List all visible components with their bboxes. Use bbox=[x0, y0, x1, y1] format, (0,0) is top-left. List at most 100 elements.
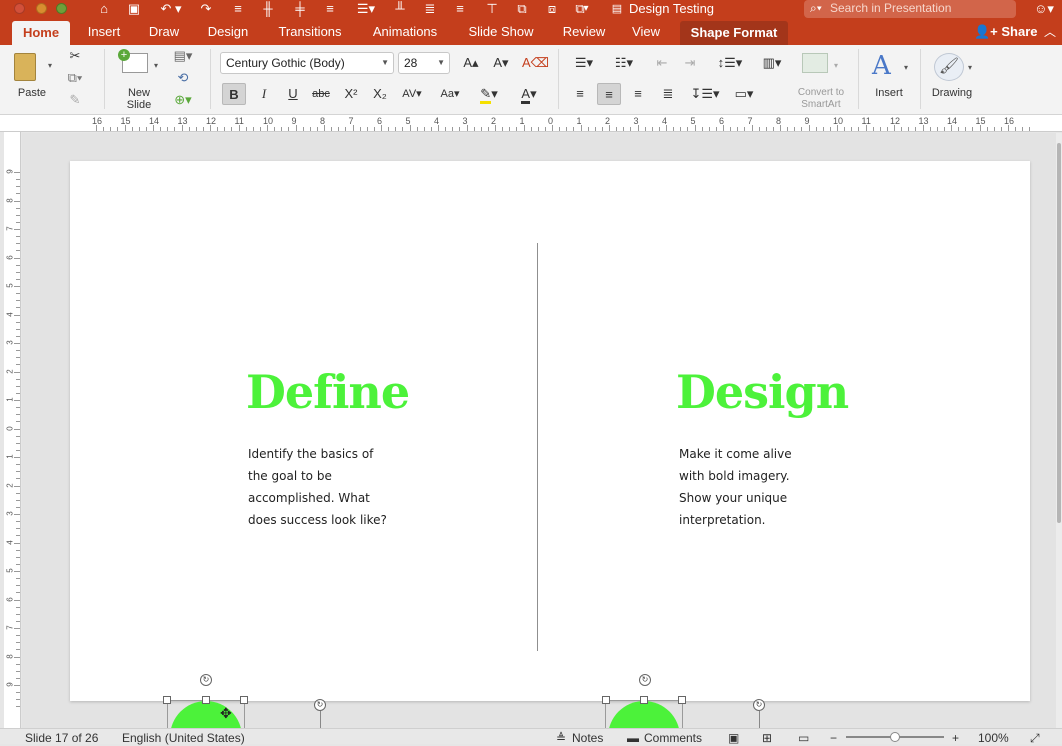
increase-font-size-button[interactable]: A▴ bbox=[458, 52, 484, 74]
share-button[interactable]: 👤+ Share bbox=[974, 19, 1038, 45]
customize-toolbar-icon[interactable]: ▾ bbox=[580, 0, 592, 19]
tab-review[interactable]: Review bbox=[556, 19, 612, 45]
slide[interactable]: Define Identify the basics of the goal t… bbox=[70, 161, 1030, 701]
resize-handle[interactable] bbox=[163, 696, 171, 704]
numbering-button[interactable]: ☷▾ bbox=[606, 52, 642, 74]
drawing-dropdown-icon: ▾ bbox=[968, 63, 973, 72]
text-direction-button[interactable]: ↧☰▾ bbox=[688, 83, 722, 105]
ruler-tick bbox=[14, 257, 20, 259]
font-name-select[interactable]: Century Gothic (Body) ▼ bbox=[220, 52, 394, 74]
resize-handle[interactable] bbox=[602, 696, 610, 704]
vertical-ruler: 9876543210123456789 bbox=[4, 132, 21, 728]
tab-animations[interactable]: Animations bbox=[364, 19, 446, 45]
resize-handle[interactable] bbox=[678, 696, 686, 704]
send-backward-icon[interactable]: ⧉ bbox=[514, 0, 530, 19]
align-right-button[interactable]: ≡ bbox=[626, 83, 650, 105]
format-painter-icon[interactable]: ✎ bbox=[64, 91, 86, 109]
ruler-tick bbox=[16, 563, 20, 565]
group-icon[interactable]: ⧈ bbox=[544, 0, 560, 19]
paste-button[interactable]: ▾ Paste bbox=[8, 51, 54, 107]
tab-transitions[interactable]: Transitions bbox=[270, 19, 350, 45]
columns-button[interactable]: ▥▾ bbox=[754, 52, 790, 74]
tab-slide-show[interactable]: Slide Show bbox=[460, 19, 542, 45]
align-text-button[interactable]: ▭▾ bbox=[728, 83, 760, 105]
tab-view[interactable]: View bbox=[626, 19, 666, 45]
account-icon[interactable]: ☺▾ bbox=[1030, 0, 1058, 19]
convert-to-smartart-button[interactable]: ▾ Convert to SmartArt bbox=[790, 51, 852, 111]
highlight-color-button[interactable]: ✎▾ bbox=[472, 83, 506, 105]
ruler-tick bbox=[566, 127, 568, 131]
new-slide-button[interactable]: + ▾ New Slide bbox=[114, 49, 164, 111]
resize-handle[interactable] bbox=[240, 696, 248, 704]
superscript-button[interactable]: X² bbox=[339, 83, 363, 105]
section-icon[interactable]: ⊕▾ bbox=[172, 91, 194, 109]
clear-formatting-button[interactable]: A⌫ bbox=[522, 52, 549, 74]
align-center-objects-icon[interactable]: ╫ bbox=[260, 0, 276, 19]
bullets-button[interactable]: ☰▾ bbox=[566, 52, 602, 74]
ruler-tick bbox=[730, 127, 732, 131]
rotate-handle-icon[interactable]: ↻ bbox=[639, 674, 651, 686]
home-icon[interactable]: ⌂ bbox=[94, 0, 114, 19]
align-bottom-objects-icon[interactable]: ╨ bbox=[392, 0, 408, 19]
drawing-button[interactable]: 🖌 ▾ Drawing bbox=[926, 51, 978, 111]
subscript-button[interactable]: X₂ bbox=[368, 83, 392, 105]
zoom-slider-thumb[interactable] bbox=[890, 732, 900, 742]
undo-icon[interactable]: ↶ ▾ bbox=[156, 0, 186, 19]
resize-handle[interactable] bbox=[640, 696, 648, 704]
distribute-icon[interactable]: ≣ bbox=[422, 0, 438, 19]
decrease-font-size-button[interactable]: A▾ bbox=[488, 52, 514, 74]
align-menu-icon[interactable]: ☰▾ bbox=[352, 0, 380, 19]
align-right-objects-icon[interactable]: ≡ bbox=[452, 0, 468, 19]
italic-button[interactable]: I bbox=[252, 83, 276, 105]
design-heading[interactable]: Design bbox=[676, 365, 849, 419]
search-input[interactable]: ⌕▾ Search in Presentation bbox=[804, 0, 1016, 18]
scroll-thumb[interactable] bbox=[1057, 143, 1061, 523]
underline-button[interactable]: U bbox=[281, 83, 305, 105]
save-icon[interactable]: ▣ bbox=[124, 0, 144, 19]
close-window-button[interactable] bbox=[14, 3, 25, 14]
rotate-handle-icon[interactable]: ↻ bbox=[200, 674, 212, 686]
line-spacing-button[interactable]: ↕☰▾ bbox=[712, 52, 748, 74]
font-size-select[interactable]: 28 ▼ bbox=[398, 52, 450, 74]
rotate-handle-icon[interactable]: ↻ bbox=[314, 699, 326, 711]
character-spacing-button[interactable]: AV▾ bbox=[396, 83, 428, 105]
tab-shape-format[interactable]: Shape Format bbox=[680, 21, 788, 45]
cut-icon[interactable]: ✂ bbox=[64, 47, 86, 65]
layout-icon[interactable]: ▤▾ bbox=[172, 47, 194, 65]
paste-dropdown-icon[interactable]: ▾ bbox=[48, 61, 52, 70]
decrease-indent-button[interactable]: ⇤ bbox=[650, 52, 674, 74]
rotate-handle-icon[interactable]: ↻ bbox=[753, 699, 765, 711]
copy-icon[interactable]: ⧉▾ bbox=[64, 69, 86, 87]
slide-canvas[interactable]: Define Identify the basics of the goal t… bbox=[22, 133, 1056, 728]
reset-icon[interactable]: ⟲ bbox=[172, 69, 194, 87]
resize-handle[interactable] bbox=[202, 696, 210, 704]
align-middle-objects-icon[interactable]: ╪ bbox=[292, 0, 308, 19]
align-center-button[interactable]: ≡ bbox=[597, 83, 621, 105]
justify-button[interactable]: ≣ bbox=[656, 83, 680, 105]
vertical-scrollbar[interactable] bbox=[1056, 133, 1062, 728]
maximize-window-button[interactable] bbox=[56, 3, 67, 14]
tab-insert[interactable]: Insert bbox=[80, 19, 128, 45]
design-body-text[interactable]: Make it come alive with bold imagery. Sh… bbox=[679, 443, 792, 531]
align-top-objects-icon[interactable]: ≡ bbox=[322, 0, 338, 19]
increase-indent-button[interactable]: ⇥ bbox=[678, 52, 702, 74]
redo-icon[interactable]: ↷ bbox=[196, 0, 216, 19]
chevron-down-icon: ▼ bbox=[381, 58, 389, 67]
define-heading[interactable]: Define bbox=[246, 365, 410, 419]
align-left-button[interactable]: ≡ bbox=[568, 83, 592, 105]
tab-draw[interactable]: Draw bbox=[142, 19, 186, 45]
insert-button[interactable]: A ▾ Insert bbox=[866, 51, 912, 111]
vertical-divider-line[interactable] bbox=[537, 243, 538, 651]
define-body-text[interactable]: Identify the basics of the goal to be ac… bbox=[248, 443, 387, 531]
collapse-ribbon-icon[interactable]: ︿ bbox=[1044, 19, 1056, 45]
align-left-objects-icon[interactable]: ≡ bbox=[228, 0, 248, 19]
tab-home[interactable]: Home bbox=[12, 21, 70, 45]
strikethrough-button[interactable]: abc bbox=[309, 83, 333, 105]
change-case-button[interactable]: Aa▾ bbox=[434, 83, 466, 105]
new-slide-dropdown-icon[interactable]: ▾ bbox=[154, 61, 158, 70]
minimize-window-button[interactable] bbox=[36, 3, 47, 14]
font-color-button[interactable]: A▾ bbox=[512, 83, 546, 105]
bring-forward-icon[interactable]: ⊤ bbox=[484, 0, 500, 19]
tab-design[interactable]: Design bbox=[200, 19, 256, 45]
bold-button[interactable]: B bbox=[222, 83, 246, 105]
